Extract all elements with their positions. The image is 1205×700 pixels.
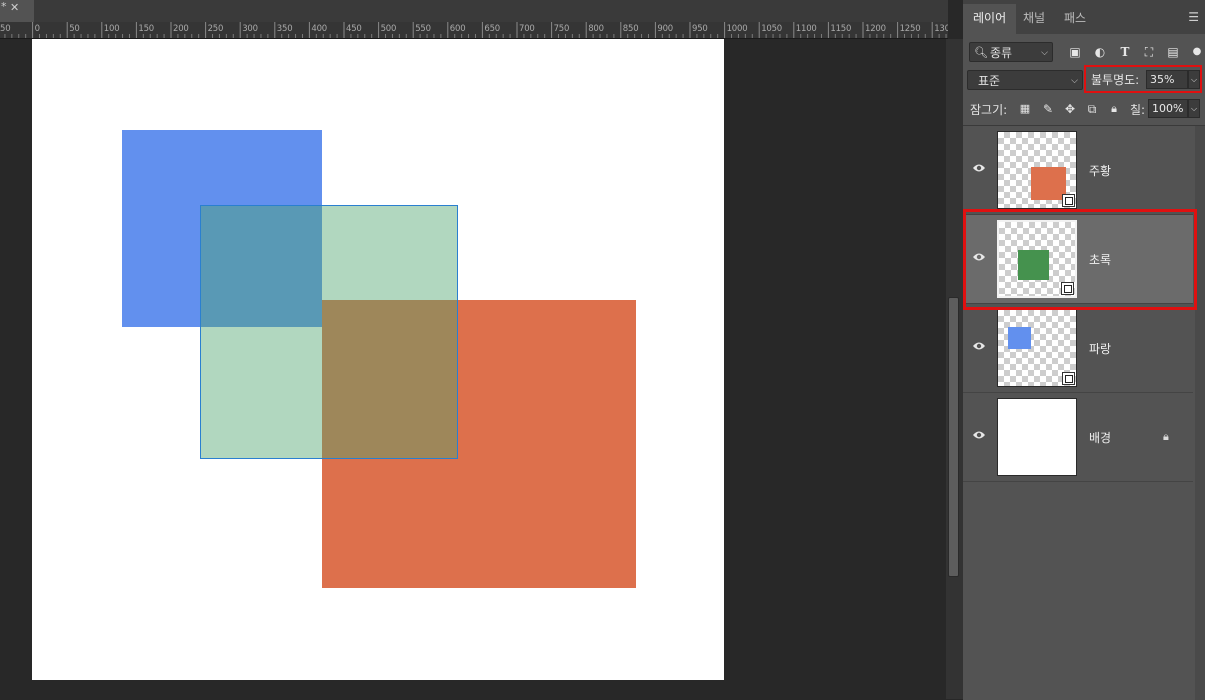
shape-filter-icon[interactable]: ⛶ [1141, 44, 1157, 60]
ruler-label: 1100 [795, 24, 817, 34]
document-tab[interactable]: * ✕ [0, 0, 34, 22]
ruler-label: 500 [380, 24, 397, 34]
lock-artboard-icon[interactable]: ⧉ [1084, 101, 1100, 117]
lock-image-pixels-icon[interactable]: ✎ [1040, 101, 1056, 117]
layer-thumbnail [997, 398, 1077, 476]
scrollbar-thumb[interactable] [948, 297, 959, 577]
layer-name[interactable]: 배경 [1089, 429, 1111, 446]
panel-menu-icon[interactable]: ☰ [1188, 10, 1199, 24]
ruler-label: 200 [173, 24, 189, 34]
ruler-label: 850 [622, 24, 639, 34]
ruler-label: 0 [34, 24, 40, 34]
ruler-label: 550 [415, 24, 431, 34]
ruler-label: 750 [553, 24, 570, 34]
green-rectangle-selected[interactable] [200, 205, 458, 459]
lock-label: 잠그기: [970, 103, 1008, 117]
layer-thumbnail [997, 131, 1077, 209]
opacity-label[interactable]: 불투명도: [1091, 71, 1139, 88]
ruler-label: 1050 [761, 24, 783, 34]
ruler-label: 1200 [865, 24, 886, 34]
layer-swatch [1031, 167, 1066, 200]
lock-all-icon[interactable]: 🔒︎ [1106, 101, 1122, 117]
document-canvas[interactable] [32, 39, 724, 680]
visibility-eye-icon[interactable] [972, 162, 986, 174]
layer-row-background[interactable]: 배경 🔒︎ [963, 393, 1193, 482]
panel-tab-bar: 레이어 채널 패스 ☰ [963, 0, 1205, 34]
ruler-label: 50 [69, 24, 80, 34]
ruler-label: 150 [138, 24, 155, 34]
visibility-eye-icon[interactable] [972, 340, 986, 352]
ruler-label: 1000 [726, 24, 748, 34]
ruler-label: 900 [657, 24, 674, 34]
canvas-vertical-scrollbar[interactable] [946, 39, 963, 699]
lock-position-icon[interactable]: ✥ [1062, 101, 1078, 117]
close-tab-icon[interactable]: ✕ [10, 1, 19, 14]
ruler-label: 600 [449, 24, 466, 34]
ruler-label: 50 [0, 24, 11, 34]
ruler-label: 800 [588, 24, 604, 34]
ruler-label: 250 [207, 24, 224, 34]
ruler-label: 350 [276, 24, 293, 34]
blend-mode-value: 표준 [978, 74, 1001, 88]
smart-object-icon [1062, 194, 1075, 207]
ruler-label: 1250 [899, 24, 921, 34]
adjustment-filter-icon[interactable]: ◐ [1092, 44, 1108, 60]
tab-channels[interactable]: 채널 [1013, 4, 1055, 34]
fill-input[interactable]: 100% [1148, 99, 1188, 118]
search-icon: 🔍︎ [974, 46, 988, 59]
fill-chevron-down-icon[interactable]: ⌵ [1188, 99, 1200, 118]
ruler-label: 400 [311, 24, 328, 34]
unsaved-marker: * [1, 0, 7, 13]
opacity-chevron-down-icon[interactable]: ⌵ [1188, 70, 1200, 89]
lock-transparent-pixels-icon[interactable]: ▦ [1017, 101, 1033, 117]
layer-thumbnail [997, 309, 1077, 387]
smart-object-icon [1062, 372, 1075, 385]
type-filter-icon[interactable]: T [1117, 44, 1133, 60]
visibility-eye-icon[interactable] [972, 429, 986, 441]
horizontal-ruler[interactable]: 50 0 50 100 150 200 250 300 350 400 450 500 550 600 65… [0, 22, 948, 39]
ruler-label: 100 [103, 24, 120, 34]
smart-object-filter-icon[interactable]: ▤ [1165, 44, 1181, 60]
layer-row-orange[interactable]: 주황 [963, 126, 1193, 215]
fill-label: 칠: [1130, 103, 1146, 117]
lock-icon: 🔒︎ [1163, 430, 1169, 443]
layer-name[interactable]: 주황 [1089, 162, 1111, 179]
blend-mode-dropdown[interactable]: 표준 ⌵ [967, 70, 1083, 90]
ruler-label: 1150 [830, 24, 852, 34]
layer-swatch [1008, 327, 1031, 349]
ruler-label: 950 [692, 24, 708, 34]
chevron-down-icon: ⌵ [1071, 76, 1078, 86]
layer-filter-dropdown[interactable]: 🔍︎ 종류 ⌵ [969, 42, 1053, 62]
ruler-label: 130 [934, 24, 948, 34]
ruler-label: 450 [346, 24, 362, 34]
tab-layers[interactable]: 레이어 [963, 4, 1017, 34]
selected-layer-highlight-box [963, 209, 1197, 310]
image-filter-icon[interactable]: ▣ [1067, 44, 1083, 60]
ruler-label: 650 [484, 24, 501, 34]
ruler-label: 700 [519, 24, 535, 34]
tab-paths[interactable]: 패스 [1054, 4, 1096, 34]
layer-row-blue[interactable]: 파랑 [963, 304, 1193, 393]
layer-name[interactable]: 파랑 [1089, 340, 1111, 357]
document-top-bar [34, 0, 948, 22]
layers-panel: 레이어 채널 패스 ☰ 🔍︎ 종류 ⌵ ▣ ◐ T ⛶ ▤ ● 표준 ⌵ 불투명… [963, 0, 1205, 700]
filter-toggle-icon[interactable]: ● [1189, 44, 1205, 60]
opacity-input[interactable]: 35% [1146, 70, 1188, 89]
chevron-down-icon: ⌵ [1041, 48, 1048, 58]
ruler-label: 300 [242, 24, 258, 34]
layer-filter-label: 종류 [990, 46, 1013, 60]
